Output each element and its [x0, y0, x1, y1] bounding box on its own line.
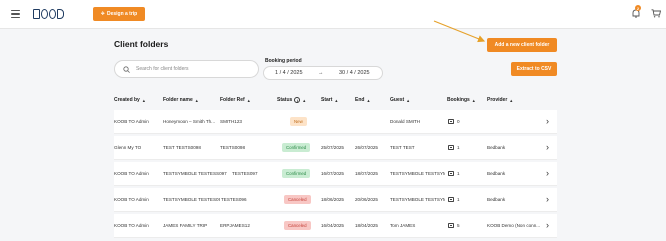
column-provider[interactable]: Provider ▲: [487, 97, 513, 103]
cell-end: 18/07/2025: [355, 171, 378, 176]
table-row[interactable]: Glenn My TO TEST TESTS0098 TESTS0098 Con…: [114, 136, 557, 160]
chevron-right-icon[interactable]: ›: [546, 168, 549, 178]
table-row[interactable]: KOOB TO Admin TESTSYMBOLE TESTESS097 TES…: [114, 162, 557, 186]
suitcase-icon: [448, 145, 454, 150]
cell-provider: KOOB Demo (Non conn...: [487, 223, 541, 228]
extract-csv-button[interactable]: Extract to CSV: [511, 62, 557, 76]
search-icon: [123, 65, 130, 73]
cell-folder-name: Honeymoon – Smith Th...: [163, 119, 216, 124]
design-trip-button[interactable]: ✈ Design a trip: [93, 7, 145, 21]
table-header: Created by ▲ Folder name ▲ Folder Ref ▲ Sta…: [114, 97, 557, 107]
chevron-right-icon[interactable]: ›: [546, 116, 549, 126]
sort-icon: ▲: [406, 97, 411, 103]
cell-folder-ref: ERPJAMES12: [220, 223, 250, 228]
cell-folder-name: TEST TESTS0098: [163, 145, 201, 150]
sort-icon: ▲: [334, 97, 339, 103]
cell-folder-ref: SMITH123: [220, 119, 242, 124]
cell-folder-ref: TESTS0098: [220, 145, 246, 150]
suitcase-icon: [448, 171, 454, 176]
date-from[interactable]: 1 / 4 / 2025: [275, 70, 303, 76]
add-client-folder-button[interactable]: Add a new client folder: [487, 38, 557, 52]
pointer-arrow-icon: [433, 20, 486, 43]
cell-created-by: KOOB TO Admin: [114, 119, 149, 124]
chevron-right-icon[interactable]: ›: [546, 142, 549, 152]
cell-created-by: Glenn My TO: [114, 145, 142, 150]
cell-guest: TESTSYMBOLE TESTSYM...: [390, 171, 445, 176]
status-badge: Confirmed: [282, 169, 311, 178]
column-folder-name[interactable]: Folder name ▲: [163, 97, 199, 103]
column-status[interactable]: Status i ▲: [277, 97, 306, 103]
cell-end: 20/06/2025: [355, 197, 378, 202]
cell-bookings: 5: [457, 223, 460, 228]
booking-period-range[interactable]: 1 / 4 / 2025 → 30 / 4 / 2025: [263, 66, 383, 80]
suitcase-icon: [448, 119, 454, 124]
cell-bookings: 1: [457, 171, 460, 176]
table-row[interactable]: KOOB TO Admin Honeymoon – Smith Th... SM…: [114, 110, 557, 134]
column-end[interactable]: End ▲: [355, 97, 370, 103]
status-badge: Confirmed: [282, 143, 311, 152]
cell-provider: Bedbank: [487, 197, 506, 202]
notification-count-badge: 2: [635, 5, 641, 11]
cell-start: 16/07/2025: [321, 171, 344, 176]
chevron-right-icon[interactable]: ›: [546, 194, 549, 204]
cell-start: 18/06/2025: [321, 197, 344, 202]
sort-icon: ▲: [194, 97, 199, 103]
cell-guest: TEST TEST: [390, 145, 415, 150]
cell-folder-name: JAMES FAMILY TRIP: [163, 223, 208, 228]
cell-bookings: 0: [457, 119, 460, 124]
column-created-by[interactable]: Created by ▲: [114, 97, 146, 103]
suitcase-icon: [448, 197, 454, 202]
top-bar: ✈ Design a trip: [0, 0, 666, 29]
status-badge: Canceled: [284, 195, 311, 204]
cell-provider: Bedbank: [487, 145, 506, 150]
cell-created-by: KOOB TO Admin: [114, 197, 149, 202]
search-input[interactable]: [136, 66, 246, 72]
status-badge: Canceled: [284, 221, 311, 230]
cell-folder-ref: TESTES097: [232, 171, 258, 176]
cell-created-by: KOOB TO Admin: [114, 171, 149, 176]
cell-guest: Tom JAMES: [390, 223, 416, 228]
booking-period-label: Booking period: [265, 58, 302, 64]
sort-icon: ▲: [366, 97, 371, 103]
cell-bookings: 1: [457, 145, 460, 150]
cell-folder-name: TESTSYMBOLE TESTES096: [163, 197, 220, 202]
table-row[interactable]: KOOB TO Admin JAMES FAMILY TRIP ERPJAMES…: [114, 214, 557, 238]
column-folder-ref[interactable]: Folder Ref ▲: [220, 97, 251, 103]
cell-created-by: KOOB TO Admin: [114, 223, 149, 228]
suitcase-icon: [448, 223, 454, 228]
table-row[interactable]: KOOB TO Admin TESTSYMBOLE TESTES096 TEST…: [114, 188, 557, 212]
cell-guest: Donald SMITH: [390, 119, 421, 124]
cell-provider: Bedbank: [487, 171, 506, 176]
sort-icon: ▲: [246, 97, 251, 103]
status-badge: New: [290, 117, 307, 126]
cart-icon[interactable]: [651, 9, 661, 18]
sort-icon: ▲: [509, 97, 514, 103]
cell-end: 26/07/2025: [355, 145, 378, 150]
cell-folder-ref: TESTES096: [221, 197, 247, 202]
page-title: Client folders: [114, 39, 169, 49]
cell-bookings: 1: [457, 197, 460, 202]
cell-start: 25/07/2025: [321, 145, 344, 150]
cell-start: 16/04/2025: [321, 223, 344, 228]
chevron-right-icon[interactable]: ›: [546, 220, 549, 230]
cell-end: 18/04/2025: [355, 223, 378, 228]
info-icon: i: [294, 97, 301, 103]
plane-icon: ✈: [100, 11, 105, 17]
cell-folder-name: TESTSYMBOLE TESTESS097: [163, 171, 227, 176]
column-bookings[interactable]: Bookings ▲: [447, 97, 476, 103]
column-guest[interactable]: Guest ▲: [390, 97, 410, 103]
sort-icon: ▲: [471, 97, 476, 103]
arrow-right-icon: →: [318, 70, 324, 76]
sort-icon: ▲: [302, 97, 307, 103]
cell-guest: TESTSYMBOLE TESTSYM...: [390, 197, 445, 202]
column-start[interactable]: Start ▲: [321, 97, 338, 103]
hamburger-icon[interactable]: [11, 10, 20, 18]
koob-logo[interactable]: [33, 8, 65, 20]
sort-icon: ▲: [141, 97, 146, 103]
date-to[interactable]: 30 / 4 / 2025: [339, 70, 370, 76]
search-box[interactable]: [114, 60, 259, 78]
